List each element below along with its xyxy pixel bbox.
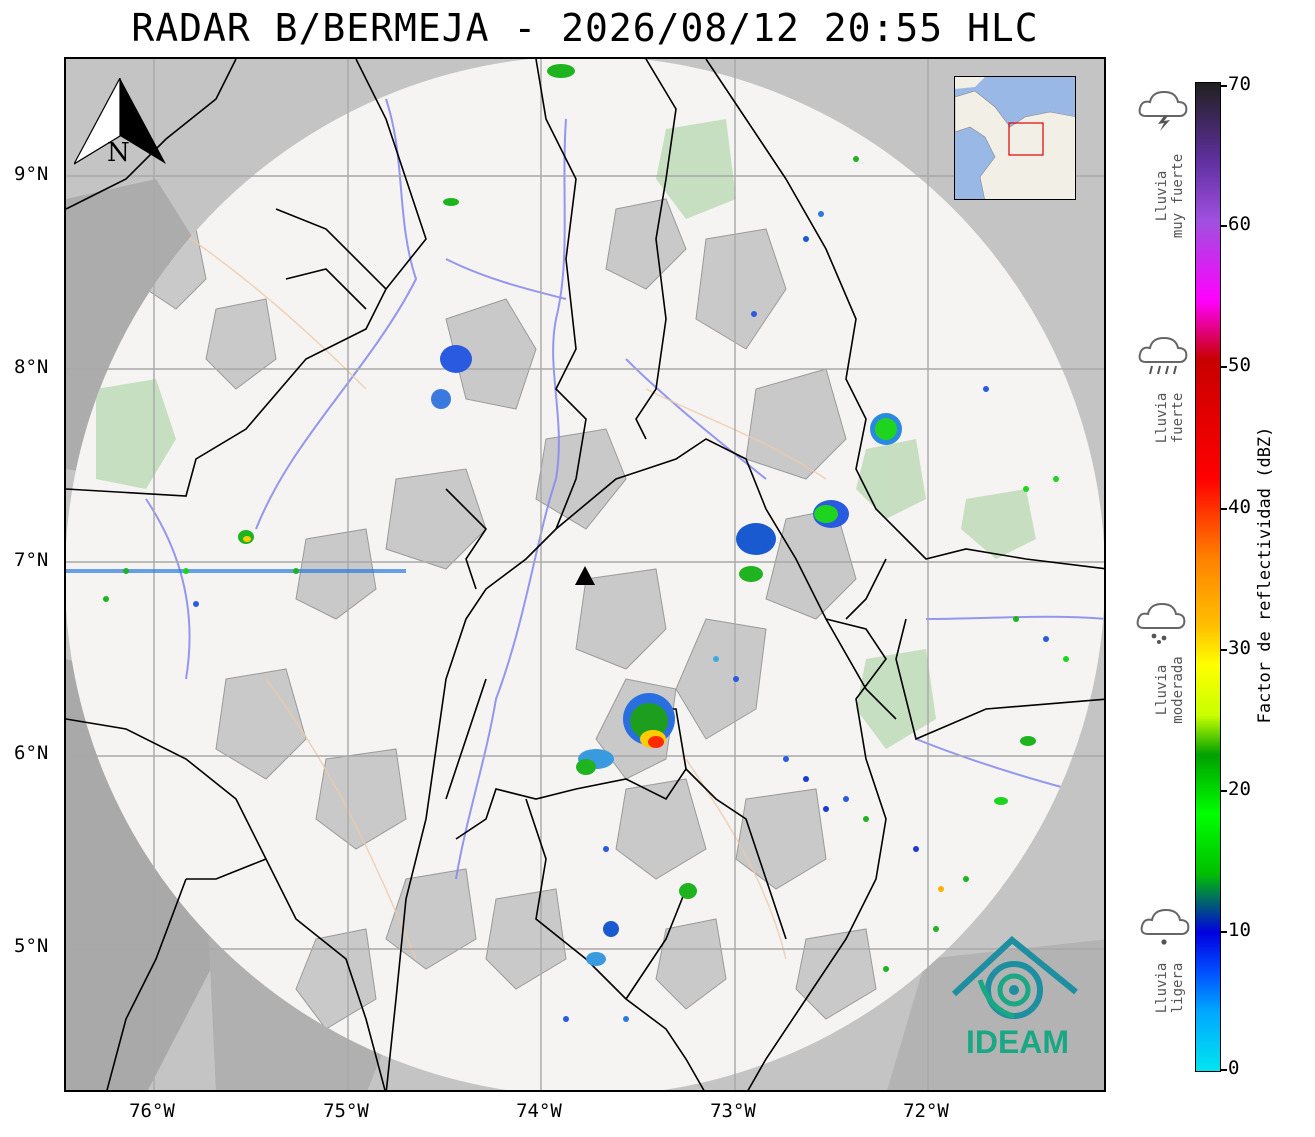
lon-label-74w: 74°W [516, 1100, 562, 1122]
colorbar-tick-0: 0 [1228, 1057, 1240, 1079]
echo-scatter-line [66, 569, 406, 573]
lat-label-9n: 9°N [14, 163, 49, 185]
colorbar-tick-70: 70 [1228, 73, 1251, 95]
category-label-very-heavy-rain: Lluvia muy fuerte [1154, 153, 1186, 239]
lat-label-7n: 7°N [14, 549, 49, 571]
category-label-light-rain: Lluvia ligera [1154, 962, 1186, 1014]
lat-label-5n: 5°N [14, 935, 49, 957]
colorbar-tick-20: 20 [1228, 778, 1251, 800]
ideam-logo-text: IDEAM [965, 1024, 1070, 1060]
colorbar-tick-50: 50 [1228, 354, 1251, 376]
north-letter: N [107, 138, 130, 168]
colorbar-tick-30: 30 [1228, 637, 1251, 659]
lon-label-75w: 75°W [323, 1100, 369, 1122]
lon-label-76w: 76°W [129, 1100, 175, 1122]
colorbar-tick-60: 60 [1228, 213, 1251, 235]
colorbar-title: Factor de reflectividad (dBZ) [1255, 426, 1275, 724]
category-label-moderate-rain: Lluvia moderada [1154, 656, 1186, 724]
reflectivity-colorbar [1195, 82, 1221, 1072]
heavy-rain-cloud-icon [1138, 336, 1188, 375]
lat-label-6n: 6°N [14, 742, 49, 764]
moderate-rain-cloud-icon [1136, 602, 1186, 644]
category-label-heavy-rain: Lluvia fuerte [1154, 392, 1186, 444]
colorbar-tick-40: 40 [1228, 496, 1251, 518]
light-rain-cloud-icon [1140, 908, 1190, 945]
lat-label-8n: 8°N [14, 356, 49, 378]
lon-label-73w: 73°W [710, 1100, 756, 1122]
colorbar-tick-10: 10 [1228, 919, 1251, 941]
lon-label-72w: 72°W [903, 1100, 949, 1122]
map-title: RADAR B/BERMEJA - 2026/08/12 20:55 HLC [131, 6, 1039, 50]
thunderstorm-cloud-icon [1138, 90, 1188, 131]
inset-locator-map [954, 76, 1076, 200]
